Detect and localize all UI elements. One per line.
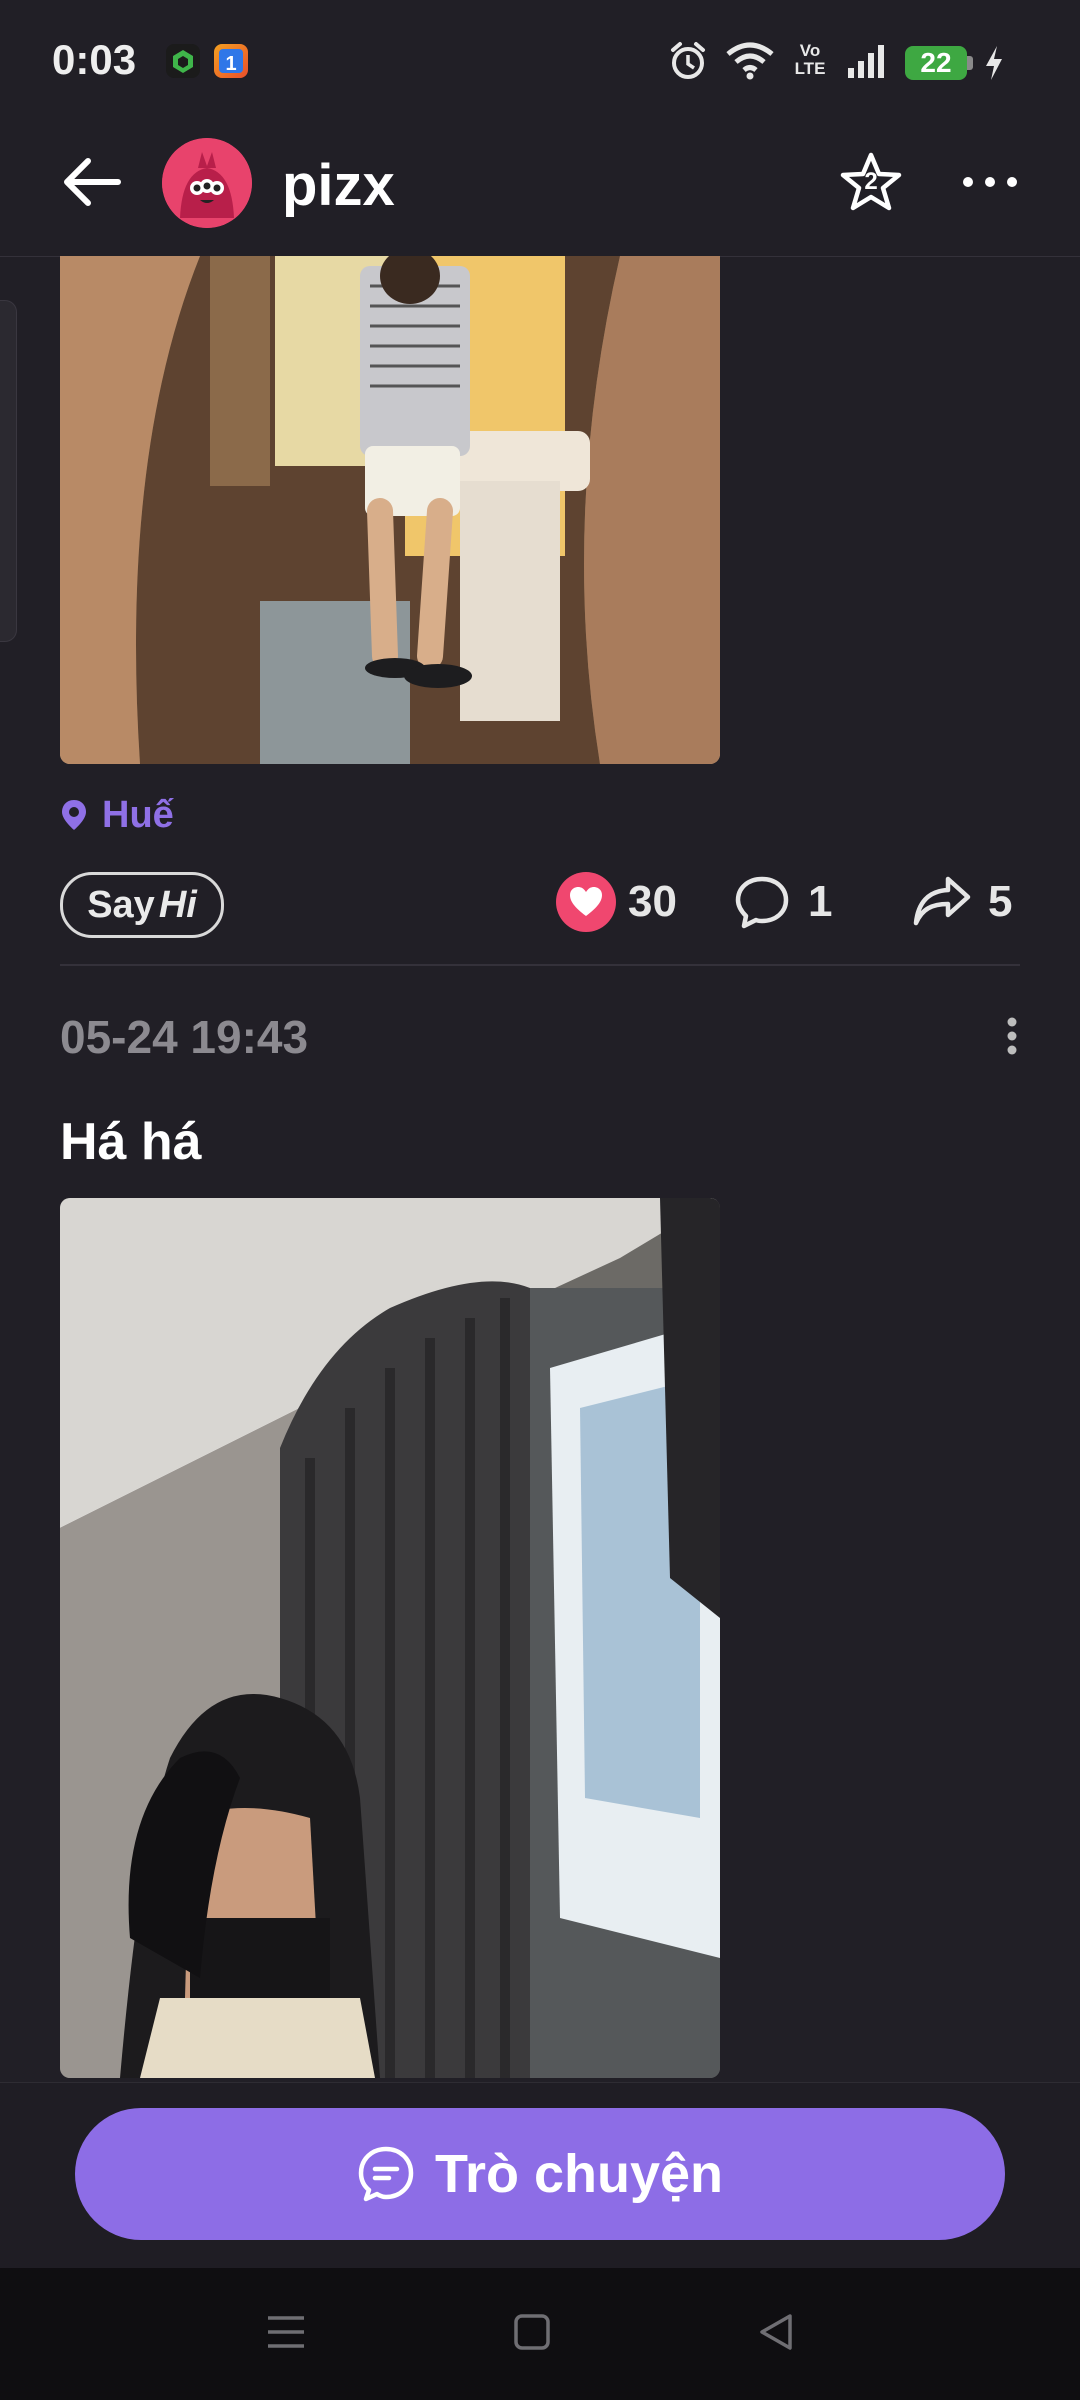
battery-level: 22 bbox=[905, 46, 967, 80]
heart-icon bbox=[556, 872, 616, 932]
comment-count: 1 bbox=[808, 877, 833, 926]
share-button[interactable]: 5 bbox=[912, 872, 1012, 932]
nav-menu-icon[interactable] bbox=[266, 2312, 306, 2352]
post-location[interactable]: Huế bbox=[60, 790, 174, 840]
post-image-1[interactable] bbox=[60, 256, 720, 764]
comment-icon bbox=[735, 876, 789, 929]
post-menu-icon[interactable] bbox=[1000, 1016, 1024, 1056]
nav-back-icon[interactable] bbox=[756, 2312, 796, 2352]
svg-text:1: 1 bbox=[225, 53, 236, 75]
system-nav-bar bbox=[0, 2268, 1080, 2400]
alarm-icon bbox=[671, 42, 705, 79]
sayhi-hi: Hi bbox=[158, 883, 197, 926]
more-icon[interactable] bbox=[960, 168, 1020, 196]
star-button[interactable]: 2 bbox=[838, 150, 904, 216]
volte-indicator: Vo LTE bbox=[794, 41, 826, 78]
signal-icon bbox=[848, 45, 884, 78]
post-timestamp: 05-24 19:43 bbox=[60, 1011, 309, 1063]
sayhi-button[interactable]: Say Hi bbox=[60, 872, 224, 938]
post-title: Há há bbox=[60, 1113, 202, 1171]
status-time: 0:03 bbox=[52, 36, 137, 83]
like-button[interactable]: 30 bbox=[556, 872, 677, 932]
app-notification-icon bbox=[166, 44, 200, 78]
battery-tip bbox=[967, 56, 973, 70]
location-pin-icon bbox=[62, 800, 86, 830]
like-count: 30 bbox=[628, 877, 677, 926]
chat-button[interactable]: Trò chuyện bbox=[75, 2108, 1005, 2240]
sayhi-say: Say bbox=[87, 883, 155, 926]
avatar[interactable] bbox=[162, 138, 252, 228]
chat-button-label: Trò chuyện bbox=[434, 2144, 724, 2204]
nav-home-icon[interactable] bbox=[512, 2312, 552, 2352]
charging-icon bbox=[986, 46, 1002, 80]
status-bar: 0:03 1 Vo LTE 22 bbox=[0, 0, 1080, 124]
side-drawer-handle[interactable] bbox=[0, 300, 17, 642]
share-count: 5 bbox=[988, 877, 1013, 926]
wifi-icon bbox=[726, 42, 774, 80]
location-label: Huế bbox=[102, 793, 174, 836]
post-divider bbox=[60, 964, 1020, 966]
share-icon bbox=[913, 876, 971, 926]
back-arrow-icon[interactable] bbox=[60, 152, 124, 212]
star-badge: 2 bbox=[864, 168, 878, 195]
comment-button[interactable]: 1 bbox=[734, 872, 832, 932]
app-notification-icon-2: 1 bbox=[214, 44, 248, 78]
chat-icon bbox=[358, 2146, 414, 2202]
post-image-2[interactable] bbox=[60, 1198, 720, 2078]
header-username[interactable]: pizx bbox=[282, 152, 395, 219]
